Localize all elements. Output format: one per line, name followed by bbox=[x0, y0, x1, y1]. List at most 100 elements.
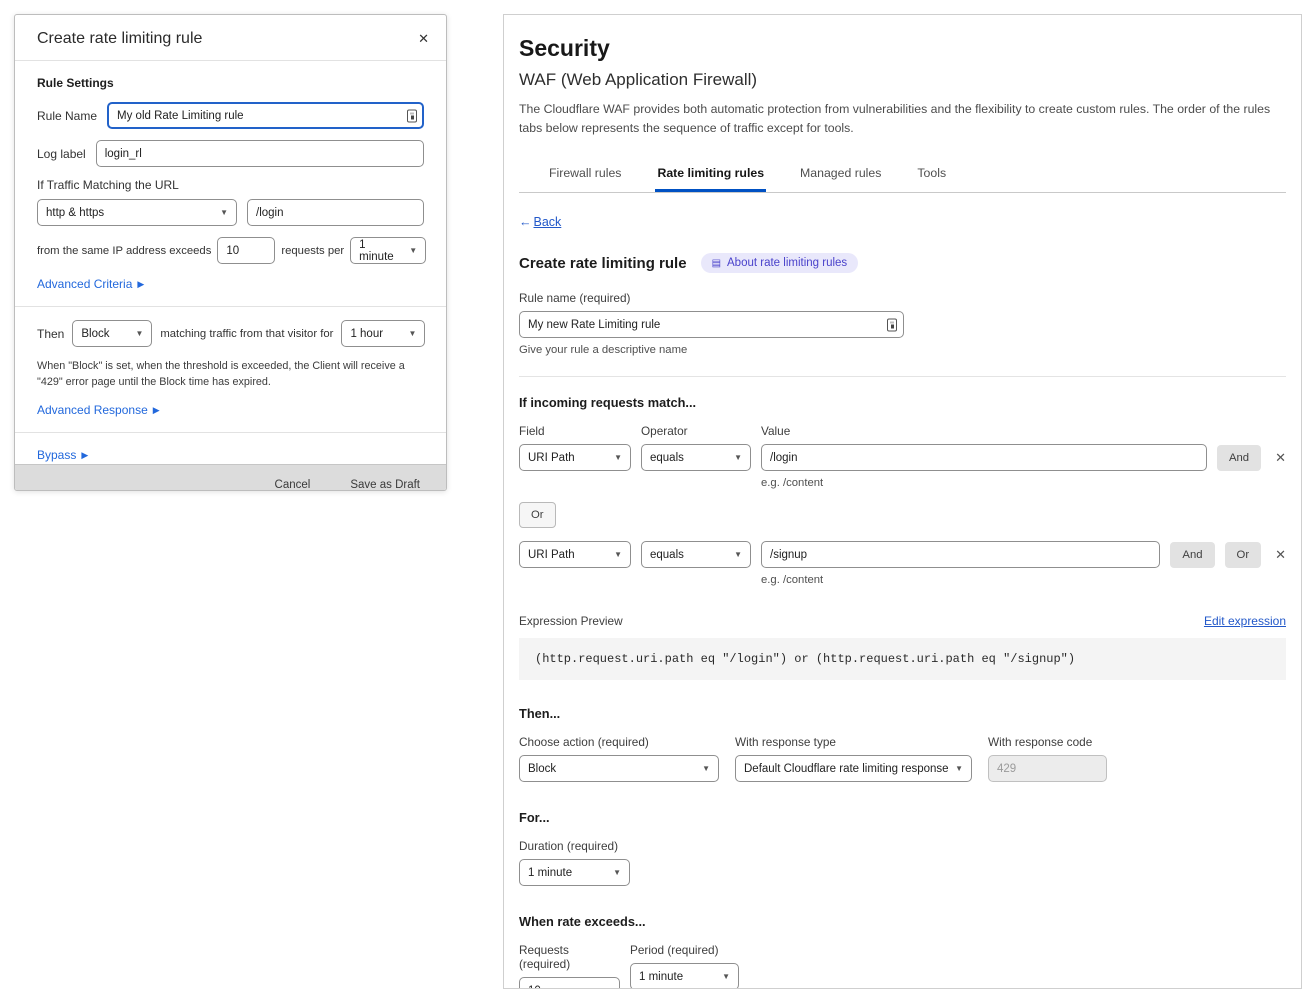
field-select-value: URI Path bbox=[528, 452, 575, 464]
or-button[interactable]: Or bbox=[1225, 542, 1262, 568]
action-select[interactable]: Block ▼ bbox=[72, 320, 152, 347]
for-section-heading: For... bbox=[519, 810, 1286, 825]
rate-period-column: Period (required) 1 minute ▼ bbox=[630, 943, 739, 989]
url-input[interactable] bbox=[247, 199, 424, 226]
condition-row-1: URI Path ▼ equals ▼ And ✕ bbox=[519, 444, 1286, 471]
value-input[interactable] bbox=[761, 541, 1160, 568]
then-columns: Choose action (required) Block ▼ With re… bbox=[519, 735, 1286, 782]
tab-tools[interactable]: Tools bbox=[915, 160, 948, 192]
rule-name-input[interactable] bbox=[107, 102, 424, 129]
field-select-value: URI Path bbox=[528, 549, 575, 561]
waf-tabs: Firewall rules Rate limiting rules Manag… bbox=[519, 160, 1286, 193]
remove-condition-icon[interactable]: ✕ bbox=[1275, 450, 1286, 466]
triangle-right-icon: ▶ bbox=[81, 450, 88, 461]
divider bbox=[15, 306, 446, 307]
save-as-draft-button[interactable]: Save as Draft bbox=[350, 479, 420, 491]
chevron-down-icon: ▼ bbox=[734, 453, 742, 462]
tab-managed-rules[interactable]: Managed rules bbox=[798, 160, 883, 192]
condition-row-2: URI Path ▼ equals ▼ And Or ✕ bbox=[519, 541, 1286, 568]
about-rate-limiting-badge[interactable]: ▤ About rate limiting rules bbox=[701, 253, 859, 273]
rate-period-value: 1 minute bbox=[639, 971, 683, 983]
scheme-select[interactable]: http & https ▼ bbox=[37, 199, 237, 226]
requests-input[interactable] bbox=[217, 237, 275, 264]
chevron-down-icon: ▼ bbox=[722, 972, 730, 981]
waf-subtitle: WAF (Web Application Firewall) bbox=[519, 70, 1286, 90]
tab-rate-limiting-rules[interactable]: Rate limiting rules bbox=[655, 160, 766, 192]
value-helper: e.g. /content bbox=[761, 477, 1286, 489]
log-label: Log label bbox=[37, 147, 86, 161]
field-select[interactable]: URI Path ▼ bbox=[519, 541, 631, 568]
choose-action-select[interactable]: Block ▼ bbox=[519, 755, 719, 782]
expression-code: (http.request.uri.path eq "/login") or (… bbox=[519, 638, 1286, 680]
url-match-row: http & https ▼ bbox=[37, 199, 424, 226]
rule-name-row: Rule Name bbox=[37, 102, 424, 129]
duration-value: 1 minute bbox=[528, 867, 572, 879]
or-connector-button[interactable]: Or bbox=[519, 502, 556, 528]
period-select[interactable]: 1 minute ▼ bbox=[350, 237, 426, 264]
and-button[interactable]: And bbox=[1217, 445, 1261, 471]
operator-select[interactable]: equals ▼ bbox=[641, 541, 751, 568]
field-select[interactable]: URI Path ▼ bbox=[519, 444, 631, 471]
expression-preview-label: Expression Preview bbox=[519, 614, 623, 628]
requests-input[interactable] bbox=[519, 977, 620, 989]
create-rule-heading: Create rate limiting rule bbox=[519, 255, 687, 272]
bypass-link[interactable]: Bypass ▶ bbox=[37, 448, 88, 462]
waf-description: The Cloudflare WAF provides both automat… bbox=[519, 100, 1286, 138]
operator-select[interactable]: equals ▼ bbox=[641, 444, 751, 471]
value-input[interactable] bbox=[761, 444, 1207, 471]
rate-period-label: Period (required) bbox=[630, 943, 739, 957]
choose-action-value: Block bbox=[528, 763, 556, 775]
back-link[interactable]: ← Back bbox=[519, 215, 561, 229]
dialog-title: Create rate limiting rule bbox=[37, 30, 202, 48]
create-rate-limiting-rule-dialog: Create rate limiting rule ✕ Rule Setting… bbox=[14, 14, 447, 491]
then-row: Then Block ▼ matching traffic from that … bbox=[37, 320, 424, 347]
chevron-down-icon: ▼ bbox=[955, 764, 963, 773]
response-code-input bbox=[988, 755, 1107, 782]
autofill-icon[interactable] bbox=[887, 318, 897, 331]
log-label-input[interactable] bbox=[96, 140, 424, 167]
rate-section-heading: When rate exceeds... bbox=[519, 914, 1286, 929]
chevron-down-icon: ▼ bbox=[613, 868, 621, 877]
response-type-label: With response type bbox=[735, 735, 972, 749]
and-button[interactable]: And bbox=[1170, 542, 1214, 568]
tab-firewall-rules[interactable]: Firewall rules bbox=[547, 160, 623, 192]
then-middle-label: matching traffic from that visitor for bbox=[160, 328, 333, 340]
block-duration-select[interactable]: 1 hour ▼ bbox=[341, 320, 425, 347]
edit-expression-link[interactable]: Edit expression bbox=[1204, 614, 1286, 628]
rate-columns: Requests (required) Period (required) 1 … bbox=[519, 943, 1286, 989]
chevron-down-icon: ▼ bbox=[702, 764, 710, 773]
remove-condition-icon[interactable]: ✕ bbox=[1275, 547, 1286, 563]
back-label: Back bbox=[534, 215, 562, 229]
response-type-select[interactable]: Default Cloudflare rate limiting respons… bbox=[735, 755, 972, 782]
advanced-response-label: Advanced Response bbox=[37, 403, 148, 417]
rule-name-input-wrap bbox=[107, 102, 424, 129]
threshold-row: from the same IP address exceeds request… bbox=[37, 237, 424, 264]
response-code-column: With response code bbox=[988, 735, 1107, 782]
then-label: Then bbox=[37, 327, 64, 341]
advanced-criteria-link[interactable]: Advanced Criteria ▶ bbox=[37, 277, 144, 291]
value-helper: e.g. /content bbox=[761, 574, 1286, 586]
cancel-button[interactable]: Cancel bbox=[275, 479, 311, 491]
requests-column: Requests (required) bbox=[519, 943, 620, 989]
period-select-value: 1 minute bbox=[359, 239, 403, 263]
response-code-label: With response code bbox=[988, 735, 1107, 749]
close-icon[interactable]: ✕ bbox=[416, 30, 431, 47]
duration-label: Duration (required) bbox=[519, 839, 1286, 853]
value-column-label: Value bbox=[761, 424, 1286, 438]
doc-icon: ▤ bbox=[712, 258, 721, 269]
operator-select-value: equals bbox=[650, 549, 684, 561]
advanced-response-link[interactable]: Advanced Response ▶ bbox=[37, 403, 160, 417]
rate-period-select[interactable]: 1 minute ▼ bbox=[630, 963, 739, 989]
about-badge-label: About rate limiting rules bbox=[727, 257, 847, 269]
threshold-middle: requests per bbox=[281, 245, 344, 257]
duration-select[interactable]: 1 minute ▼ bbox=[519, 859, 630, 886]
choose-action-column: Choose action (required) Block ▼ bbox=[519, 735, 719, 782]
autofill-icon[interactable] bbox=[407, 109, 417, 122]
requests-label: Requests (required) bbox=[519, 943, 620, 971]
rule-name-input[interactable] bbox=[519, 311, 904, 338]
dialog-header: Create rate limiting rule ✕ bbox=[15, 15, 446, 61]
chevron-down-icon: ▼ bbox=[614, 453, 622, 462]
traffic-match-label: If Traffic Matching the URL bbox=[37, 178, 424, 192]
log-label-input-wrap bbox=[96, 140, 424, 167]
security-waf-panel: Security WAF (Web Application Firewall) … bbox=[503, 14, 1302, 989]
